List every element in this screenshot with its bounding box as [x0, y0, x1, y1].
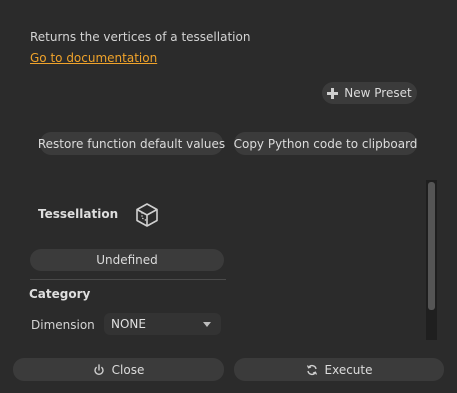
refresh-icon	[306, 364, 318, 376]
chevron-down-icon	[203, 322, 211, 327]
close-button[interactable]: Close	[13, 358, 224, 381]
dimension-dropdown[interactable]: NONE	[104, 313, 221, 335]
dimension-value: NONE	[111, 317, 146, 331]
tessellation-value-button[interactable]: Undefined	[30, 249, 224, 271]
cube-icon[interactable]	[134, 201, 160, 229]
copy-python-button[interactable]: Copy Python code to clipboard	[234, 132, 417, 155]
scrollbar-thumb[interactable]	[428, 182, 435, 310]
function-description: Returns the vertices of a tessellation	[30, 30, 251, 44]
power-icon	[93, 363, 105, 376]
restore-defaults-button[interactable]: Restore function default values	[38, 132, 225, 155]
category-heading: Category	[29, 287, 91, 301]
new-preset-button[interactable]: New Preset	[322, 82, 417, 104]
section-divider	[30, 279, 226, 280]
dimension-label: Dimension	[31, 318, 95, 332]
execute-button[interactable]: Execute	[234, 358, 444, 381]
tessellation-label: Tessellation	[38, 207, 119, 221]
documentation-link[interactable]: Go to documentation	[30, 51, 157, 65]
execute-label: Execute	[324, 362, 373, 377]
plus-icon	[327, 87, 339, 99]
close-label: Close	[111, 362, 145, 377]
new-preset-label: New Preset	[344, 86, 412, 100]
